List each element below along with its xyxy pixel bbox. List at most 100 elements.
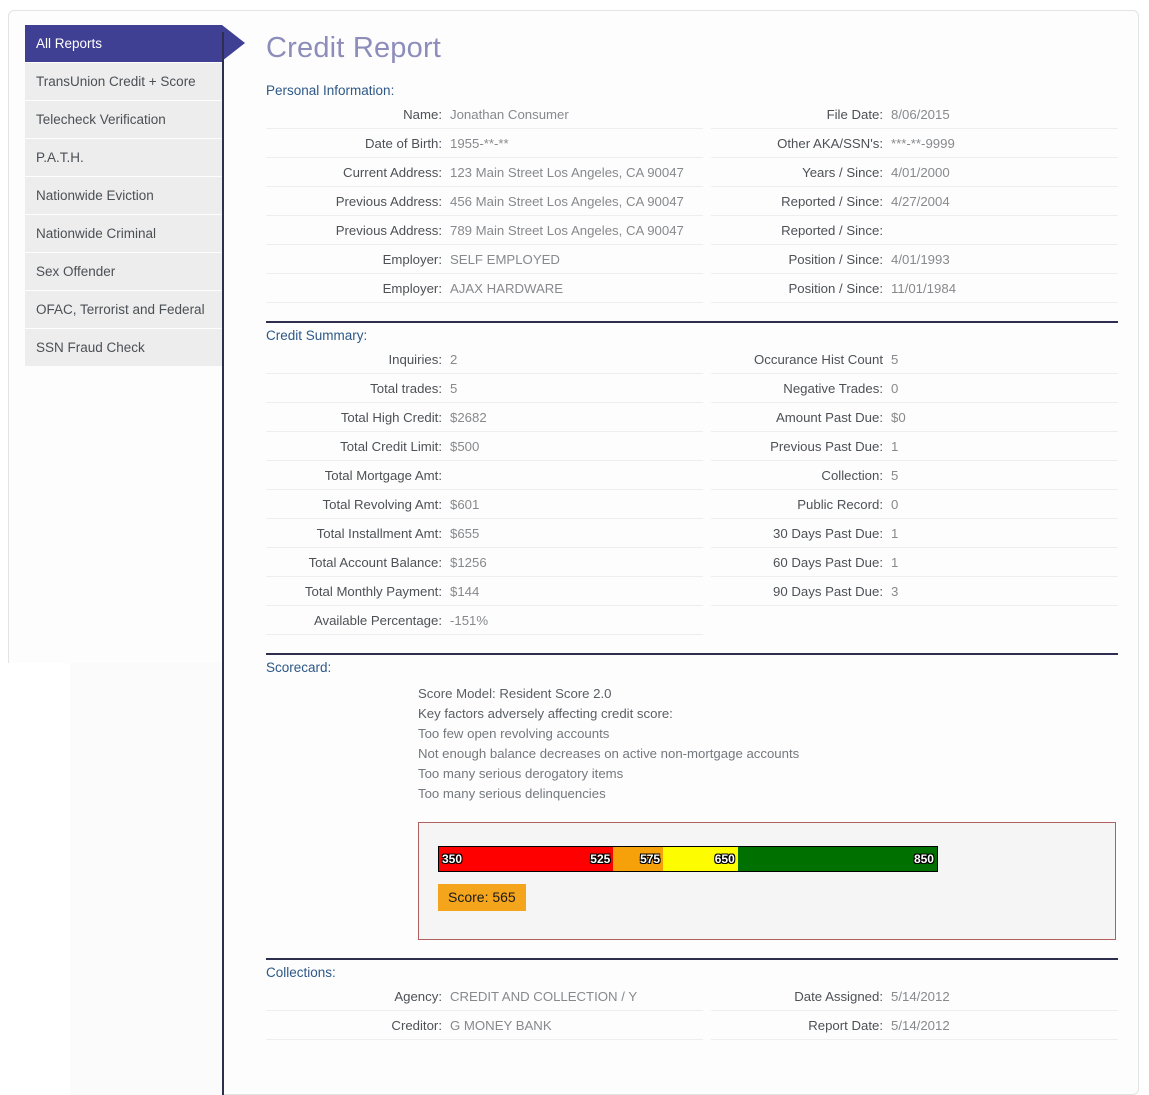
sidebar-item-label: Nationwide Eviction — [36, 188, 154, 203]
field-label: Reported / Since: — [781, 223, 883, 238]
field-value: $1256 — [450, 555, 487, 570]
sidebar-nav: All Reports TransUnion Credit + Score Te… — [25, 25, 245, 367]
field-value: G MONEY BANK — [450, 1018, 552, 1033]
cell-right: Other AKA/SSN's: ***-**-9999 — [711, 128, 1118, 158]
sidebar-item-path[interactable]: P.A.T.H. — [25, 139, 222, 176]
cell-gap — [703, 403, 711, 432]
field-label: Inquiries: — [388, 352, 442, 367]
sidebar-item-all-reports[interactable]: All Reports — [25, 25, 245, 62]
sidebar-item-label: P.A.T.H. — [36, 150, 84, 165]
field-label: Date Assigned: — [794, 989, 883, 1004]
sidebar-item-label: TransUnion Credit + Score — [36, 74, 196, 89]
cell-gap — [703, 216, 711, 245]
field-label: Report Date: — [808, 1018, 883, 1033]
cell-gap — [703, 577, 711, 606]
cell-left: Total Monthly Payment: $144 — [266, 576, 703, 606]
field-label: Other AKA/SSN's: — [777, 136, 883, 151]
cell-left: Employer: SELF EMPLOYED — [266, 244, 703, 274]
sidebar-item-telecheck-verification[interactable]: Telecheck Verification — [25, 101, 222, 138]
field-value: 123 Main Street Los Angeles, CA 90047 — [450, 165, 684, 180]
report-content: Credit Report Personal Information: Name… — [266, 32, 1118, 1040]
gauge-tick-850: 850 — [913, 852, 934, 866]
table-row: Total Monthly Payment: $144 90 Days Past… — [266, 576, 1118, 606]
sidebar-item-label: Telecheck Verification — [36, 112, 166, 127]
score-badge: Score: 565 — [438, 884, 526, 911]
gauge-segment-red: 350 525 — [439, 847, 614, 871]
cell-left: Total trades: 5 — [266, 373, 703, 403]
field-value: 0 — [891, 497, 899, 512]
cell-gap — [703, 274, 711, 303]
field-value: 1 — [891, 439, 899, 454]
field-label: Position / Since: — [788, 252, 883, 267]
field-value: 5/14/2012 — [891, 989, 950, 1004]
sidebar-item-nationwide-criminal[interactable]: Nationwide Criminal — [25, 215, 222, 252]
section-header-collections: Collections: — [266, 958, 1118, 980]
cell-right: Public Record: 0 — [711, 489, 1118, 519]
cell-left: Total Credit Limit: $500 — [266, 431, 703, 461]
field-value: 0 — [891, 381, 899, 396]
sidebar-item-ssn-fraud-check[interactable]: SSN Fraud Check — [25, 329, 222, 366]
field-label: Total Account Balance: — [308, 555, 442, 570]
field-value: Jonathan Consumer — [450, 107, 569, 122]
field-label: Position / Since: — [788, 281, 883, 296]
sidebar-item-transunion-credit-score[interactable]: TransUnion Credit + Score — [25, 63, 222, 100]
key-factors-heading: Key factors adversely affecting credit s… — [418, 706, 673, 721]
field-value: 5 — [450, 381, 458, 396]
cell-right: 90 Days Past Due: 3 — [711, 576, 1118, 606]
field-value: 2 — [450, 352, 458, 367]
cell-right: File Date: 8/06/2015 — [711, 100, 1118, 129]
field-label: Total Mortgage Amt: — [324, 468, 442, 483]
field-label: Previous Past Due: — [770, 439, 883, 454]
cell-gap — [703, 129, 711, 158]
cell-right: Report Date: 5/14/2012 — [711, 1010, 1118, 1040]
cell-gap — [703, 187, 711, 216]
score-gauge-bar: 350 525 575 650 850 — [438, 846, 938, 872]
personal-information-table: Name: Jonathan Consumer File Date: 8/06/… — [266, 100, 1118, 303]
field-value: 1 — [891, 555, 899, 570]
cell-right: Amount Past Due: $0 — [711, 402, 1118, 432]
field-label: Total High Credit: — [340, 410, 442, 425]
cell-right: Reported / Since: 4/27/2004 — [711, 186, 1118, 216]
cell-right: Years / Since: 4/01/2000 — [711, 157, 1118, 187]
table-row: Agency: CREDIT AND COLLECTION / Y Date A… — [266, 982, 1118, 1011]
cell-left: Inquiries: 2 — [266, 345, 703, 374]
cell-left: Total Account Balance: $1256 — [266, 547, 703, 577]
cell-gap — [703, 432, 711, 461]
field-label: Occurance Hist Count — [754, 352, 883, 367]
cell-left: Total Revolving Amt: $601 — [266, 489, 703, 519]
field-value: 5 — [891, 468, 899, 483]
section-header-personal-information: Personal Information: — [266, 83, 395, 98]
field-value: 1 — [891, 526, 899, 541]
table-row: Total trades: 5 Negative Trades: 0 — [266, 373, 1118, 403]
page-title: Credit Report — [266, 32, 442, 64]
key-factor-item: Too few open revolving accounts — [418, 726, 610, 741]
cell-left: Agency: CREDIT AND COLLECTION / Y — [266, 982, 703, 1011]
cell-left: Date of Birth: 1955-**-** — [266, 128, 703, 158]
scorecard-body: Score Model: Resident Score 2.0 Key fact… — [266, 677, 1118, 804]
sidebar-item-nationwide-eviction[interactable]: Nationwide Eviction — [25, 177, 222, 214]
table-row: Available Percentage: -151% — [266, 605, 1118, 635]
gauge-tick-350: 350 — [442, 852, 463, 866]
table-row: Employer: SELF EMPLOYED Position / Since… — [266, 244, 1118, 274]
sidebar-item-sex-offender[interactable]: Sex Offender — [25, 253, 222, 290]
cell-right — [711, 606, 1118, 635]
cell-gap — [703, 606, 711, 635]
gauge-segment-orange: 575 — [613, 847, 664, 871]
cell-gap — [703, 548, 711, 577]
cell-gap — [703, 245, 711, 274]
table-row: Total Installment Amt: $655 30 Days Past… — [266, 518, 1118, 548]
sidebar-item-ofac-terrorist-and-federal[interactable]: OFAC, Terrorist and Federal — [25, 291, 222, 328]
field-value: $500 — [450, 439, 480, 454]
field-label: Employer: — [382, 281, 442, 296]
sidebar-item-label: Sex Offender — [36, 264, 116, 279]
field-value — [442, 468, 703, 483]
table-row: Date of Birth: 1955-**-** Other AKA/SSN'… — [266, 128, 1118, 158]
score-gauge-panel: 350 525 575 650 850 Score: 565 — [418, 822, 1116, 940]
field-value: 4/27/2004 — [891, 194, 950, 209]
gauge-segment-yellow: 650 — [663, 847, 738, 871]
cell-right: Occurance Hist Count 5 — [711, 345, 1118, 374]
field-label: Total trades: — [370, 381, 442, 396]
field-value: 11/01/1984 — [891, 281, 957, 296]
field-value: -151% — [450, 613, 489, 628]
field-label: Previous Address: — [335, 223, 442, 238]
